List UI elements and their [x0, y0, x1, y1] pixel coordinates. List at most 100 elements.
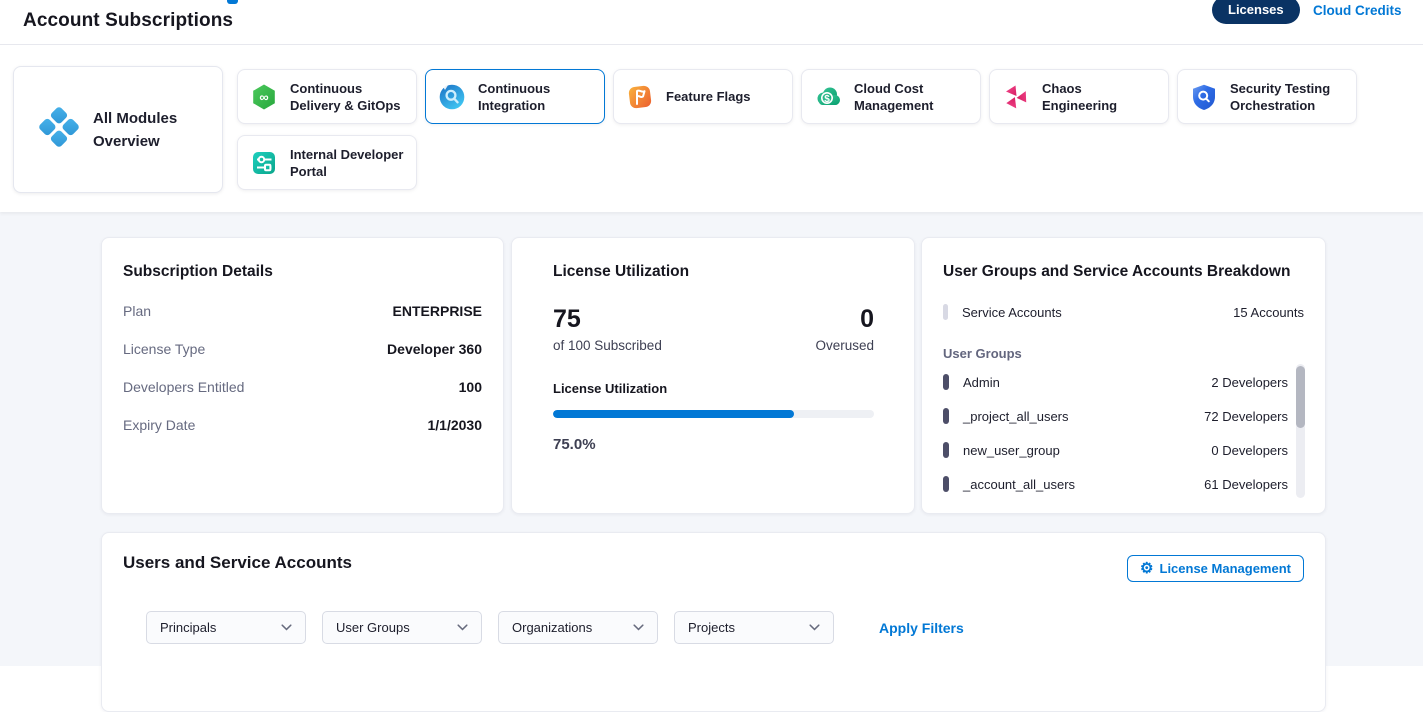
- clipped-header-icon: [227, 0, 238, 4]
- principals-dropdown[interactable]: Principals: [146, 611, 306, 644]
- cloud-credits-link[interactable]: Cloud Credits: [1313, 3, 1402, 18]
- developers-entitled-value: 100: [459, 379, 482, 395]
- svg-text:∞: ∞: [259, 89, 268, 104]
- organizations-dropdown-label: Organizations: [512, 620, 592, 635]
- subscription-details-title: Subscription Details: [123, 263, 482, 281]
- service-accounts-value: 15 Accounts: [1233, 305, 1304, 320]
- group-label: new_user_group: [963, 443, 1060, 458]
- projects-dropdown[interactable]: Projects: [674, 611, 834, 644]
- shield-magnifier-icon: [1190, 83, 1218, 111]
- groups-scrollbar-thumb[interactable]: [1296, 366, 1305, 428]
- license-type-label: License Type: [123, 341, 205, 357]
- tile-cloud-cost-management[interactable]: $ Cloud Cost Management: [801, 69, 981, 124]
- page-header: Account Subscriptions Licenses Cloud Cre…: [0, 0, 1423, 45]
- all-modules-overview-card[interactable]: All Modules Overview: [13, 66, 223, 193]
- tile-feature-flags[interactable]: Feature Flags: [613, 69, 793, 124]
- filters-row: Principals User Groups Organizations Pro…: [146, 611, 964, 644]
- overused-caption: Overused: [815, 338, 874, 353]
- chaos-pinwheel-icon: [1002, 83, 1030, 111]
- groups-scrollbar-track[interactable]: [1296, 364, 1305, 498]
- sliders-icon: [250, 149, 278, 177]
- license-utilization-title: License Utilization: [553, 263, 874, 281]
- group-marker-icon: [943, 442, 949, 458]
- group-marker-icon: [943, 374, 949, 390]
- groups-breakdown-card: User Groups and Service Accounts Breakdo…: [921, 237, 1326, 514]
- overused-stat: 0 Overused: [815, 305, 874, 353]
- tile-label: Feature Flags: [666, 88, 751, 105]
- tile-label: Security Testing Orchestration: [1230, 80, 1346, 114]
- developers-entitled-row: Developers Entitled 100: [123, 379, 482, 395]
- subscribed-caption: of 100 Subscribed: [553, 338, 662, 353]
- tile-internal-developer-portal[interactable]: Internal Developer Portal: [237, 135, 417, 190]
- license-utilization-card: License Utilization 75 of 100 Subscribed…: [511, 237, 915, 514]
- group-value: 2 Developers: [1211, 375, 1288, 390]
- feature-flags-flag-icon: [626, 83, 654, 111]
- service-accounts-label: Service Accounts: [962, 305, 1062, 320]
- module-selector-band: All Modules Overview ∞ Continuous Delive…: [0, 45, 1423, 212]
- projects-dropdown-label: Projects: [688, 620, 735, 635]
- user-groups-list: Admin 2 Developers _project_all_users 72…: [943, 365, 1288, 501]
- user-groups-dropdown[interactable]: User Groups: [322, 611, 482, 644]
- subscribed-count: 75: [553, 305, 662, 333]
- subscription-details-card: Subscription Details Plan ENTERPRISE Lic…: [101, 237, 504, 514]
- licenses-tab-button[interactable]: Licenses: [1212, 0, 1300, 24]
- utilization-progress-track: [553, 410, 874, 418]
- group-value: 72 Developers: [1204, 409, 1288, 424]
- content-area: Subscription Details Plan ENTERPRISE Lic…: [0, 212, 1423, 666]
- expiry-date-row: Expiry Date 1/1/2030: [123, 417, 482, 433]
- user-groups-heading: User Groups: [943, 346, 1304, 361]
- plan-row: Plan ENTERPRISE: [123, 303, 482, 319]
- chevron-down-icon: [809, 624, 820, 631]
- group-row-new-user-group: new_user_group 0 Developers: [943, 433, 1288, 467]
- license-type-value: Developer 360: [387, 341, 482, 357]
- chevron-down-icon: [457, 624, 468, 631]
- license-utilization-fill: [553, 410, 794, 418]
- tile-label: Continuous Delivery & GitOps: [290, 80, 406, 114]
- group-value: 0 Developers: [1211, 443, 1288, 458]
- license-management-button[interactable]: ⚙ License Management: [1127, 555, 1304, 582]
- all-modules-icon: [36, 104, 82, 155]
- group-marker-icon: [943, 476, 949, 492]
- license-type-row: License Type Developer 360: [123, 341, 482, 357]
- expiry-date-label: Expiry Date: [123, 417, 195, 433]
- group-label: _project_all_users: [963, 409, 1069, 424]
- group-label: Admin: [963, 375, 1000, 390]
- tile-label: Cloud Cost Management: [854, 80, 970, 114]
- developers-entitled-label: Developers Entitled: [123, 379, 244, 395]
- chevron-down-icon: [633, 624, 644, 631]
- tile-label: Chaos Engineering: [1042, 80, 1158, 114]
- users-service-accounts-card: Users and Service Accounts ⚙ License Man…: [101, 532, 1326, 712]
- cd-hexagon-infinity-icon: ∞: [250, 83, 278, 111]
- groups-breakdown-title: User Groups and Service Accounts Breakdo…: [943, 263, 1304, 281]
- tile-label: Internal Developer Portal: [290, 146, 406, 180]
- utilization-percent-label: 75.0%: [553, 436, 874, 453]
- group-row-admin: Admin 2 Developers: [943, 365, 1288, 399]
- group-value: 61 Developers: [1204, 477, 1288, 492]
- cloud-dollar-icon: $: [814, 83, 842, 111]
- tile-continuous-integration[interactable]: Continuous Integration: [425, 69, 605, 124]
- organizations-dropdown[interactable]: Organizations: [498, 611, 658, 644]
- tile-chaos-engineering[interactable]: Chaos Engineering: [989, 69, 1169, 124]
- subscribed-stat: 75 of 100 Subscribed: [553, 305, 662, 353]
- chevron-down-icon: [281, 624, 292, 631]
- tile-security-testing-orchestration[interactable]: Security Testing Orchestration: [1177, 69, 1357, 124]
- license-management-label: License Management: [1160, 561, 1292, 576]
- tile-label: Continuous Integration: [478, 80, 594, 114]
- apply-filters-link[interactable]: Apply Filters: [879, 620, 964, 636]
- utilization-bar-label: License Utilization: [553, 381, 874, 396]
- principals-dropdown-label: Principals: [160, 620, 216, 635]
- group-row-account-all-users: _account_all_users 61 Developers: [943, 467, 1288, 501]
- ci-circle-magnifier-icon: [438, 83, 466, 111]
- page-title: Account Subscriptions: [23, 10, 233, 32]
- plan-value: ENTERPRISE: [393, 303, 482, 319]
- group-row-project-all-users: _project_all_users 72 Developers: [943, 399, 1288, 433]
- plan-label: Plan: [123, 303, 151, 319]
- expiry-date-value: 1/1/2030: [428, 417, 483, 433]
- service-accounts-row: Service Accounts 15 Accounts: [943, 304, 1304, 320]
- service-accounts-marker-icon: [943, 304, 948, 320]
- svg-text:$: $: [824, 93, 830, 104]
- utilization-stats-row: 75 of 100 Subscribed 0 Overused: [553, 305, 874, 353]
- gear-icon: ⚙: [1140, 561, 1153, 576]
- tile-continuous-delivery[interactable]: ∞ Continuous Delivery & GitOps: [237, 69, 417, 124]
- overused-count: 0: [815, 305, 874, 333]
